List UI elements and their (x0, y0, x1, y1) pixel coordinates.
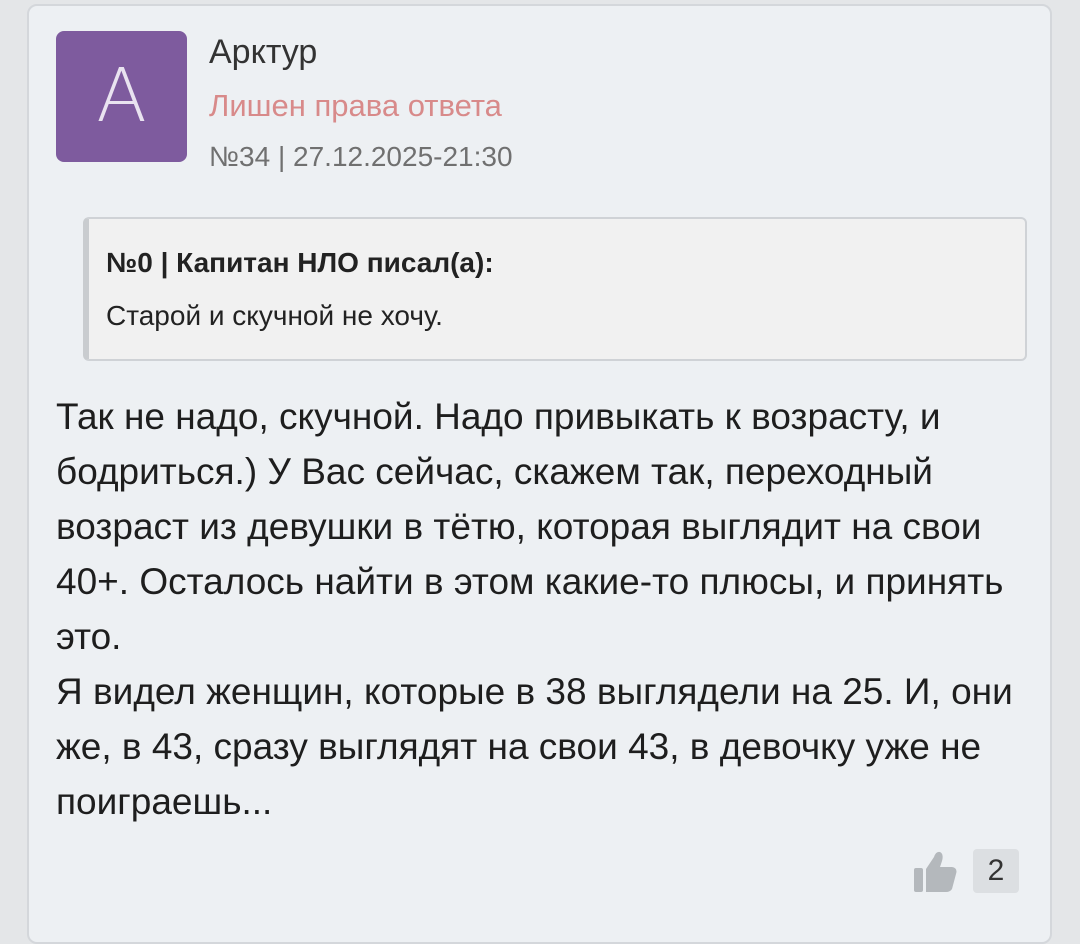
thumbs-up-icon[interactable] (913, 849, 961, 894)
comment-paragraph: Я видел женщин, которые в 38 выглядели н… (56, 671, 1013, 822)
quote-block: №0 | Капитан НЛО писал(а): Старой и скуч… (83, 217, 1027, 361)
like-count: 2 (973, 849, 1019, 893)
comment-paragraph: Так не надо, скучной. Надо привыкать к в… (56, 396, 1004, 657)
author-status: Лишен права ответа (209, 88, 502, 123)
quote-text: Старой и скучной не хочу. (106, 300, 443, 331)
quote-title: №0 | Капитан НЛО писал(а): (106, 247, 494, 278)
post-meta: №34 | 27.12.2025-21:30 (209, 141, 513, 172)
comment-body: Так не надо, скучной. Надо привыкать к в… (56, 389, 1036, 829)
author-name[interactable]: Арктур (209, 30, 317, 74)
avatar[interactable]: A (56, 31, 187, 162)
comment-card: A Арктур Лишен права ответа №34 | 27.12.… (27, 4, 1052, 944)
